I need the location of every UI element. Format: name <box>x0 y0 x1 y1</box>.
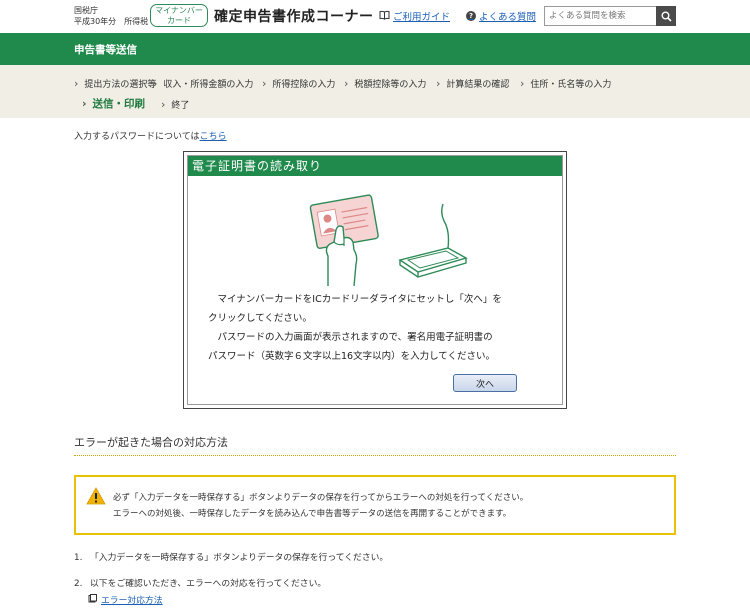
password-info-link[interactable]: こちら <box>200 132 227 142</box>
faq-search-input[interactable] <box>544 6 656 26</box>
step-send-print: 送信・印刷 <box>82 96 146 111</box>
search-button[interactable] <box>656 6 676 26</box>
step-income-input: 収入・所得金額の入力 <box>153 77 253 90</box>
instruction-line: クリックしてください。 <box>208 313 312 324</box>
agency-name: 国税庁 <box>74 6 98 15</box>
step-deduction-input: 所得控除の入力 <box>262 77 335 90</box>
section-band: 申告書等送信 <box>0 33 750 65</box>
step-result-confirm: 計算結果の確認 <box>436 77 509 90</box>
step-address-input: 住所・氏名等の入力 <box>520 77 611 90</box>
mynumber-card-badge: マイナンバー カード <box>150 4 208 27</box>
list-number: 1. <box>74 553 83 563</box>
step-tax-credit-input: 税額控除等の入力 <box>344 77 426 90</box>
step-finish: 終了 <box>161 98 189 111</box>
dialog-frame: 電子証明書の読み取り マイナンバーカードをICカードリーダライタにセットし「次へ… <box>187 155 563 405</box>
list-item: 2. 以下をご確認いただき、エラーへの対応を行ってください。 <box>74 576 326 589</box>
section-divider <box>74 455 676 456</box>
site-header: 国税庁 平成30年分 所得税 マイナンバー カード 確定申告書作成コーナー ご利… <box>0 0 750 33</box>
guide-link[interactable]: ご利用ガイド <box>379 9 450 23</box>
warning-line: エラーへの対処後、一時保存したデータを読み込んで申告書等データの送信を再開するこ… <box>113 509 512 519</box>
mynumber-badge-line2: カード <box>167 16 191 25</box>
error-section-title: エラーが起きた場合の対応方法 <box>74 436 228 449</box>
dialog-title: 電子証明書の読み取り <box>188 156 562 176</box>
guide-link-label: ご利用ガイド <box>393 12 451 23</box>
instruction-line: パスワード（英数字６文字以上16文字以内）を入力してください。 <box>208 351 496 362</box>
dialog-instructions: マイナンバーカードをICカードリーダライタにセットし「次へ」を クリックしてくだ… <box>208 290 548 366</box>
card-reader-icon <box>309 194 468 287</box>
mynumber-badge-line1: マイナンバー <box>155 6 203 15</box>
document-icon <box>88 593 97 606</box>
password-note: 入力するパスワードについてはこちら <box>74 129 227 142</box>
password-note-text: 入力するパスワードについては <box>74 132 200 142</box>
list-text: 以下をご確認いただき、エラーへの対応を行ってください。 <box>90 579 327 589</box>
tax-year-label: 平成30年分 所得税 <box>74 17 149 26</box>
instruction-line: パスワードの入力画面が表示されますので、署名用電子証明書の <box>208 332 493 343</box>
faq-link-label: よくある質問 <box>479 12 537 23</box>
site-title: 確定申告書作成コーナー <box>214 9 374 25</box>
warning-line: 必ず「入力データを一時保存する」ボタンよりデータの保存を行ってからエラーへの対処… <box>113 493 529 503</box>
warning-text: 必ず「入力データを一時保存する」ボタンよりデータの保存を行ってからエラーへの対処… <box>113 490 528 522</box>
book-icon <box>379 10 390 23</box>
card-reader-illustration <box>298 186 468 287</box>
error-handling-link-label: エラー対応方法 <box>101 596 163 606</box>
faq-search <box>544 6 676 26</box>
agency-label: 国税庁 平成30年分 所得税 <box>74 5 148 27</box>
list-number: 2. <box>74 579 83 589</box>
search-icon <box>661 7 672 26</box>
error-handling-link[interactable]: エラー対応方法 <box>88 593 163 606</box>
warning-icon <box>86 487 106 509</box>
step-submission-method: 提出方法の選択等 <box>74 77 156 90</box>
question-icon: ? <box>466 11 476 21</box>
faq-link[interactable]: ? よくある質問 <box>466 9 536 23</box>
warning-box: 必ず「入力データを一時保存する」ボタンよりデータの保存を行ってからエラーへの対処… <box>74 475 676 535</box>
certificate-read-dialog: 電子証明書の読み取り マイナンバーカードをICカードリーダライタにセットし「次へ… <box>183 151 567 409</box>
list-item: 1. 「入力データを一時保存する」ボタンよりデータの保存を行ってください。 <box>74 550 388 563</box>
progress-steps: 提出方法の選択等 収入・所得金額の入力 所得控除の入力 税額控除等の入力 計算結… <box>0 65 750 118</box>
list-text: 「入力データを一時保存する」ボタンよりデータの保存を行ってください。 <box>90 553 389 563</box>
next-button[interactable]: 次へ <box>453 374 517 392</box>
band-title: 申告書等送信 <box>74 44 137 56</box>
instruction-line: マイナンバーカードをICカードリーダライタにセットし「次へ」を <box>208 294 502 305</box>
